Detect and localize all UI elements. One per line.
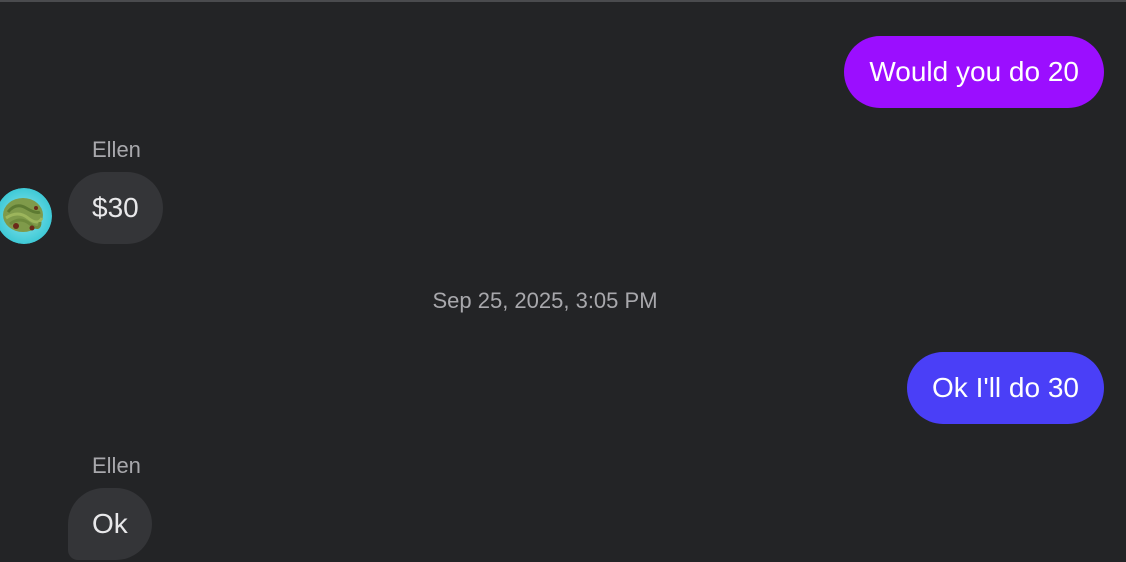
timestamp: Sep 25, 2025, 3:05 PM [432, 288, 658, 313]
outgoing-message-bubble[interactable]: Ok I'll do 30 [907, 352, 1104, 424]
sender-name: Ellen [92, 453, 141, 478]
outgoing-message-bubble[interactable]: Would you do 20 [844, 36, 1104, 108]
sender-name: Ellen [92, 137, 141, 162]
divider [0, 0, 1126, 2]
incoming-message-bubble[interactable]: $30 [68, 172, 163, 244]
chat-thread: Would you do 20 Ellen $30 Sep 25, 2025, … [0, 0, 1126, 562]
incoming-message-bubble[interactable]: Ok [68, 488, 152, 560]
food-photo-avatar-icon [0, 188, 52, 244]
contact-avatar[interactable] [0, 188, 52, 244]
